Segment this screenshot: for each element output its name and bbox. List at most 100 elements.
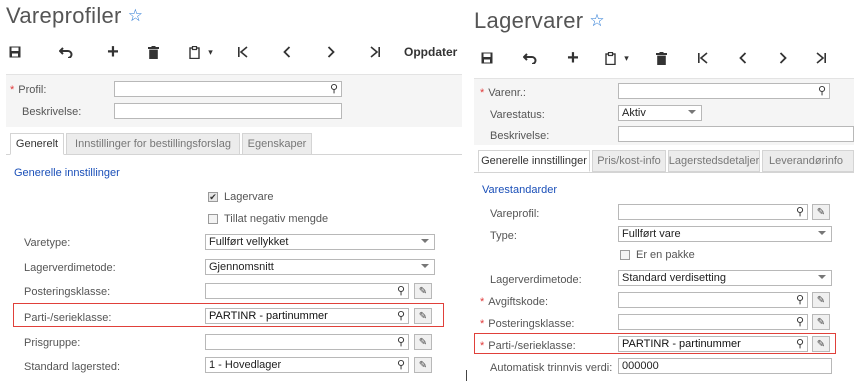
posting-class-input[interactable]: ⚲ [205,283,409,299]
save-icon[interactable] [6,38,24,66]
item-profile-label: Vareprofil: [490,208,540,220]
next-record-icon[interactable] [774,44,792,72]
copy-paste-menu-icon[interactable]: ▾ [184,38,218,66]
search-icon[interactable]: ⚲ [330,82,338,95]
item-type-label: Varetype: [24,237,71,249]
previous-record-icon[interactable] [278,38,296,66]
edit-icon[interactable]: ✎ [812,314,830,330]
search-icon[interactable]: ⚲ [796,315,804,328]
undo-icon[interactable] [520,44,540,72]
checkmark-icon: ✔ [208,191,218,202]
first-record-icon[interactable] [694,44,712,72]
undo-icon[interactable] [56,38,76,66]
lot-serial-class-label: * Parti-/serieklasse: [480,340,576,352]
item-number-input[interactable]: ⚲ [618,83,830,99]
item-status-select[interactable]: Aktiv [618,105,702,121]
toolbar: + ▾ [470,44,854,72]
edit-icon[interactable]: ✎ [812,204,830,220]
tab-general[interactable]: Generelt [10,133,64,155]
valuation-method-select[interactable]: Standard verdisetting [618,270,832,286]
tax-code-label: * Avgiftskode: [480,296,549,308]
item-type-select[interactable]: Fullført vellykket [205,234,435,250]
allow-negative-label: Tillat negativ mengde [224,213,329,225]
tab-price-cost-info[interactable]: Pris/kost-info [592,150,666,172]
chevron-down-icon [818,275,826,279]
last-record-icon[interactable] [812,44,830,72]
edit-icon[interactable]: ✎ [812,292,830,308]
type-label: Type: [490,230,517,242]
tab-order-suggestion-settings[interactable]: Innstillinger for bestillingsforslag [66,133,240,155]
toolbar: + ▾ Oppdater [0,38,462,66]
tab-vendor-info[interactable]: Leverandørinfo [762,150,854,172]
chevron-down-icon [818,231,826,235]
stock-item-checkbox[interactable]: ✔ Lagervare [208,191,274,203]
is-package-label: Er en pakke [636,249,695,261]
price-group-input[interactable]: ⚲ [205,334,409,350]
star-icon[interactable]: ☆ [589,11,605,30]
description-input[interactable] [618,126,854,142]
posting-class-input[interactable]: ⚲ [618,314,808,330]
search-icon[interactable]: ⚲ [397,358,405,371]
profile-input[interactable]: ⚲ [114,81,342,97]
search-icon[interactable]: ⚲ [796,293,804,306]
valuation-method-label: Lagerverdimetode: [490,274,582,286]
first-record-icon[interactable] [234,38,252,66]
search-icon[interactable]: ⚲ [397,309,405,322]
search-icon[interactable]: ⚲ [397,335,405,348]
last-record-icon[interactable] [366,38,384,66]
edit-icon[interactable]: ✎ [812,336,830,352]
search-icon[interactable]: ⚲ [796,205,804,218]
posting-class-label: * Posteringsklasse: [480,318,575,330]
auto-increment-label: Automatisk trinnvis verdi: [490,362,613,374]
delete-icon[interactable] [144,38,162,66]
delete-icon[interactable] [652,44,670,72]
item-profile-input[interactable]: ⚲ [618,204,808,220]
search-icon[interactable]: ⚲ [397,284,405,297]
item-profiles-panel: Vareprofiler ☆ + ▾ Oppdater * Profil: ⚲ … [0,0,462,381]
chevron-down-icon [421,239,429,243]
item-number-label: * Varenr.: [480,87,526,99]
edit-icon[interactable]: ✎ [414,308,432,324]
edit-icon[interactable]: ✎ [414,357,432,373]
tab-properties[interactable]: Egenskaper [242,133,312,155]
search-icon[interactable]: ⚲ [818,84,826,97]
chevron-down-icon [688,110,696,114]
allow-negative-checkbox[interactable]: Tillat negativ mengde [208,213,328,225]
tab-strip-line [474,172,854,173]
price-group-label: Prisgruppe: [24,337,81,349]
star-icon[interactable]: ☆ [128,6,144,25]
page-title: Lagervarer ☆ [474,8,605,34]
update-button[interactable]: Oppdater [404,38,462,66]
page-title: Vareprofiler ☆ [6,3,143,29]
checkbox-icon [208,214,218,224]
section-title: Generelle innstillinger [14,167,120,179]
profile-label: * Profil: [10,84,47,96]
previous-record-icon[interactable] [734,44,752,72]
page-title-text: Vareprofiler [6,3,122,28]
stock-items-panel: Lagervarer ☆ + ▾ * Varenr.: ⚲ Varestatus… [470,0,854,381]
add-icon[interactable]: + [564,44,582,72]
description-input[interactable] [114,103,342,119]
tab-warehouse-details[interactable]: Lagerstedsdetaljer [668,150,760,172]
tax-code-input[interactable]: ⚲ [618,292,808,308]
add-icon[interactable]: + [104,38,122,66]
lot-serial-class-label: Parti-/serieklasse: [24,312,112,324]
auto-increment-input[interactable]: 000000 [618,358,832,374]
tab-general-settings[interactable]: Generelle innstillinger [478,150,590,172]
default-warehouse-input[interactable]: 1 - Hovedlager ⚲ [205,357,409,373]
default-warehouse-label: Standard lagersted: [24,361,121,373]
next-record-icon[interactable] [322,38,340,66]
save-icon[interactable] [478,44,496,72]
description-label: Beskrivelse: [490,130,550,142]
lot-serial-class-input[interactable]: PARTINR - partinummer ⚲ [205,308,409,324]
page-title-text: Lagervarer [474,8,584,33]
lot-serial-class-input[interactable]: PARTINR - partinummer ⚲ [618,336,808,352]
edit-icon[interactable]: ✎ [414,283,432,299]
edit-icon[interactable]: ✎ [414,334,432,350]
is-package-checkbox[interactable]: Er en pakke [620,249,695,261]
type-select[interactable]: Fullført vare [618,226,832,242]
valuation-method-select[interactable]: Gjennomsnitt [205,259,435,275]
search-icon[interactable]: ⚲ [796,337,804,350]
checkbox-icon [620,250,630,260]
copy-paste-menu-icon[interactable]: ▾ [600,44,634,72]
